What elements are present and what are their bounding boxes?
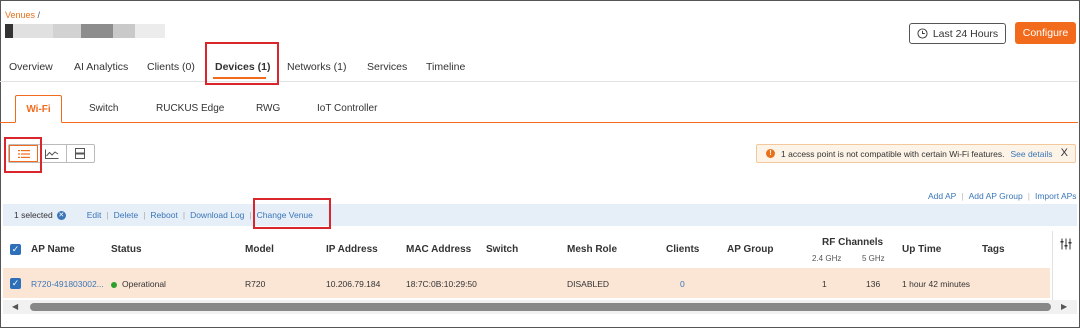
reboot-action[interactable]: Reboot xyxy=(150,210,177,220)
clear-selection-icon[interactable]: ✕ xyxy=(56,210,66,220)
model-cell: R720 xyxy=(245,279,266,289)
server-view-button[interactable] xyxy=(67,145,94,162)
tab-networks[interactable]: Networks (1) xyxy=(287,61,347,73)
scrollbar-thumb[interactable] xyxy=(30,303,1051,311)
col-mesh-role[interactable]: Mesh Role xyxy=(567,244,617,255)
col-rf-channels[interactable]: RF Channels xyxy=(822,237,883,248)
ip-cell: 10.206.79.184 xyxy=(326,279,381,289)
subtab-rwg[interactable]: RWG xyxy=(256,103,280,114)
divider: | xyxy=(1027,191,1030,201)
subtab-switch[interactable]: Switch xyxy=(89,103,118,114)
tab-services[interactable]: Services xyxy=(367,61,407,73)
highlight-box-devices-tab xyxy=(205,42,279,85)
main-tabs: Overview AI Analytics Clients (0) Device… xyxy=(0,53,1078,82)
tab-ai-analytics[interactable]: AI Analytics xyxy=(74,61,128,73)
col-clients[interactable]: Clients xyxy=(666,244,699,255)
divider: | xyxy=(143,210,146,220)
column-settings-icon xyxy=(1060,238,1071,250)
status-cell: Operational xyxy=(111,279,166,289)
col-up-time[interactable]: Up Time xyxy=(902,244,941,255)
device-type-tabs: Wi-Fi Switch RUCKUS Edge RWG IoT Control… xyxy=(0,95,1078,123)
rf-5-cell: 136 xyxy=(866,279,881,289)
col-tags[interactable]: Tags xyxy=(982,244,1005,255)
time-range-button[interactable]: Last 24 Hours xyxy=(909,23,1006,44)
delete-action[interactable]: Delete xyxy=(114,210,139,220)
col-rf-5ghz: 5 GHz xyxy=(862,254,885,263)
breadcrumb-separator: / xyxy=(37,10,41,20)
select-all-checkbox[interactable]: ✓ xyxy=(10,244,21,255)
selected-count: 1 selected xyxy=(14,210,53,220)
col-ip-address[interactable]: IP Address xyxy=(326,244,378,255)
chart-view-icon xyxy=(44,149,59,159)
download-log-action[interactable]: Download Log xyxy=(190,210,244,220)
divider: | xyxy=(182,210,186,220)
venue-title-redacted xyxy=(5,24,165,40)
tab-timeline[interactable]: Timeline xyxy=(426,61,465,73)
clients-link[interactable]: 0 xyxy=(680,279,685,289)
subtab-ruckus-edge[interactable]: RUCKUS Edge xyxy=(156,103,224,114)
compatibility-alert: ! 1 access point is not compatible with … xyxy=(756,144,1076,163)
close-icon[interactable]: X xyxy=(1061,147,1068,159)
tab-overview[interactable]: Overview xyxy=(9,61,53,73)
clock-icon xyxy=(917,28,928,39)
status-text: Operational xyxy=(122,279,166,289)
alert-text: 1 access point is not compatible with ce… xyxy=(781,148,1005,159)
breadcrumb-venues-link[interactable]: Venues xyxy=(5,10,35,20)
col-ap-name[interactable]: AP Name xyxy=(31,244,75,255)
configure-button[interactable]: Configure xyxy=(1015,22,1076,44)
warning-icon: ! xyxy=(766,149,775,158)
col-switch[interactable]: Switch xyxy=(486,244,518,255)
subtab-wifi[interactable]: Wi-Fi xyxy=(15,95,62,123)
uptime-cell: 1 hour 42 minutes xyxy=(902,279,971,289)
col-mac-address[interactable]: MAC Address xyxy=(406,244,471,255)
col-ap-group[interactable]: AP Group xyxy=(727,244,773,255)
time-range-label: Last 24 Hours xyxy=(932,27,999,40)
column-settings-button[interactable] xyxy=(1052,231,1078,301)
subtab-iot-controller[interactable]: IoT Controller xyxy=(317,103,377,114)
rf-24-cell: 1 xyxy=(822,279,827,289)
edit-action[interactable]: Edit xyxy=(87,210,102,220)
add-ap-group-link[interactable]: Add AP Group xyxy=(969,191,1023,201)
table-actions: Add AP | Add AP Group | Import APs xyxy=(928,191,1077,201)
server-view-icon xyxy=(75,148,86,159)
col-rf-24ghz: 2.4 GHz xyxy=(812,254,842,263)
scroll-left-icon[interactable]: ◀ xyxy=(12,302,18,311)
status-dot-icon xyxy=(111,281,117,288)
col-model[interactable]: Model xyxy=(245,244,274,255)
breadcrumb: Venues / xyxy=(5,10,40,20)
add-ap-link[interactable]: Add AP xyxy=(928,191,956,201)
divider: | xyxy=(249,210,252,220)
scroll-right-icon[interactable]: ▶ xyxy=(1061,302,1067,311)
divider: | xyxy=(106,210,109,220)
ap-name-link[interactable]: R720-491803002... xyxy=(31,279,104,289)
see-details-link[interactable]: See details xyxy=(1010,149,1052,159)
highlight-box-change-venue xyxy=(253,198,331,229)
divider: | xyxy=(961,191,964,201)
col-status[interactable]: Status xyxy=(111,244,142,255)
highlight-box-list-view xyxy=(4,137,42,173)
mesh-role-cell: DISABLED xyxy=(567,279,610,289)
mac-cell: 18:7C:0B:10:29:50 xyxy=(406,279,477,289)
tab-clients[interactable]: Clients (0) xyxy=(147,61,195,73)
row-checkbox[interactable]: ✓ xyxy=(10,278,21,289)
chart-view-button[interactable] xyxy=(38,145,67,162)
import-aps-link[interactable]: Import APs xyxy=(1035,191,1077,201)
horizontal-scrollbar[interactable]: ◀ ▶ xyxy=(3,300,1077,314)
selection-bar: 1 selected ✕ Edit | Delete | Reboot | Downl… xyxy=(3,204,1077,226)
